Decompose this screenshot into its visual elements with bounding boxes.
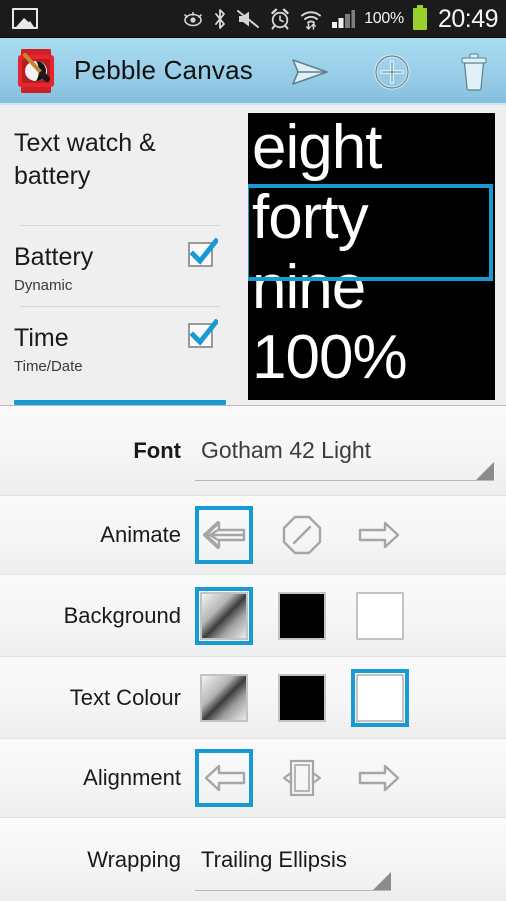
text-colour-black-option[interactable]: [273, 669, 331, 727]
setting-row-animate: Animate: [0, 496, 506, 575]
setting-label-text-colour: Text Colour: [69, 684, 181, 710]
battery-checkbox[interactable]: [186, 237, 220, 270]
battery-percent-label: 100%: [364, 10, 404, 27]
bluetooth-icon: [215, 9, 226, 29]
setting-row-background: Background: [0, 575, 506, 657]
preview-selection-box[interactable]: [248, 184, 493, 281]
pebble-watch-brush-icon: [14, 47, 58, 95]
wrapping-value: Trailing Ellipsis: [201, 846, 347, 872]
preview-line: eight: [252, 113, 382, 182]
setting-label-font: Font: [133, 437, 181, 463]
preview-line: 100%: [252, 323, 408, 392]
animate-left-option[interactable]: [195, 506, 253, 564]
spinner-underline: [195, 890, 391, 891]
alarm-clock-icon: [271, 8, 289, 30]
text-colour-white-option[interactable]: [351, 668, 409, 727]
setting-label-background: Background: [63, 602, 181, 628]
list-item-time[interactable]: Time Time/Date: [14, 307, 226, 387]
text-colour-options: [195, 668, 409, 727]
setting-row-text-colour: Text Colour: [0, 657, 506, 739]
font-value: Gotham 42 Light: [201, 437, 372, 463]
alignment-options: [195, 749, 409, 807]
send-button[interactable]: [288, 50, 332, 94]
list-item-battery[interactable]: Battery Dynamic: [14, 226, 226, 306]
list-item-subtitle: Time/Date: [14, 358, 83, 375]
setting-row-font[interactable]: Font Gotham 42 Light: [0, 406, 506, 496]
background-black-option[interactable]: [273, 587, 331, 645]
chevron-down-icon: [373, 872, 391, 890]
white-swatch: [356, 591, 404, 640]
setting-label-alignment: Alignment: [83, 765, 181, 790]
clock-label: 20:49: [437, 4, 499, 33]
wrapping-spinner[interactable]: Trailing Ellipsis: [195, 818, 506, 901]
gradient-swatch: [200, 673, 248, 722]
action-bar-buttons: [288, 38, 496, 105]
plus-circle-icon: [374, 54, 410, 89]
background-white-option[interactable]: [351, 587, 409, 645]
watchface-preview[interactable]: eight forty nine 100%: [248, 113, 495, 400]
upper-content: Text watch & battery Battery Dynamic Tim…: [0, 105, 506, 405]
white-swatch: [356, 673, 404, 722]
align-center-option[interactable]: [273, 749, 331, 807]
trash-can-icon: [461, 53, 487, 91]
setting-label-animate: Animate: [100, 522, 181, 547]
list-header-title: Text watch & battery: [14, 129, 156, 190]
add-button[interactable]: [370, 50, 414, 94]
text-colour-gradient-option[interactable]: [195, 669, 253, 727]
action-bar: Pebble Canvas: [0, 38, 506, 105]
gallery-icon: [12, 8, 38, 29]
gradient-swatch: [200, 591, 248, 640]
app-title: Pebble Canvas: [74, 55, 253, 85]
canvas-layer-list: Text watch & battery Battery Dynamic Tim…: [0, 105, 240, 405]
animate-right-option[interactable]: [351, 506, 409, 564]
no-entry-octagon-icon: [282, 515, 322, 555]
setting-row-alignment: Alignment: [0, 739, 506, 818]
arrow-right-icon: [358, 764, 400, 792]
smart-stay-eye-icon: [184, 11, 203, 27]
status-bar: 100% 20:49: [0, 0, 506, 38]
setting-row-wrapping[interactable]: Wrapping Trailing Ellipsis: [0, 818, 506, 901]
animate-options: [195, 506, 409, 564]
delete-button[interactable]: [452, 50, 496, 94]
align-left-option[interactable]: [195, 749, 253, 807]
black-swatch: [278, 673, 326, 722]
list-item-subtitle: Dynamic: [14, 277, 73, 294]
align-right-option[interactable]: [351, 749, 409, 807]
arrow-left-icon: [204, 764, 246, 792]
time-checkbox[interactable]: [186, 318, 220, 351]
setting-label-wrapping: Wrapping: [87, 846, 181, 872]
status-bar-right: 100% 20:49: [182, 0, 499, 38]
black-swatch: [278, 591, 326, 640]
arrow-right-icon: [358, 521, 400, 549]
background-options: [195, 586, 409, 645]
spinner-underline: [195, 480, 494, 481]
arrow-left-icon: [202, 520, 246, 550]
background-gradient-option[interactable]: [195, 586, 253, 645]
chevron-down-icon: [476, 462, 494, 480]
battery-icon: [412, 5, 427, 30]
send-paper-plane-icon: [292, 58, 328, 85]
wifi-icon: [301, 10, 322, 30]
animate-none-option[interactable]: [273, 506, 331, 564]
signal-bars-icon: [332, 10, 356, 28]
align-center-icon: [282, 759, 322, 797]
settings-panel: Font Gotham 42 Light Animate Background …: [0, 405, 506, 901]
mute-icon: [237, 10, 260, 28]
status-bar-left: [0, 8, 38, 29]
font-spinner[interactable]: Gotham 42 Light: [195, 406, 506, 495]
